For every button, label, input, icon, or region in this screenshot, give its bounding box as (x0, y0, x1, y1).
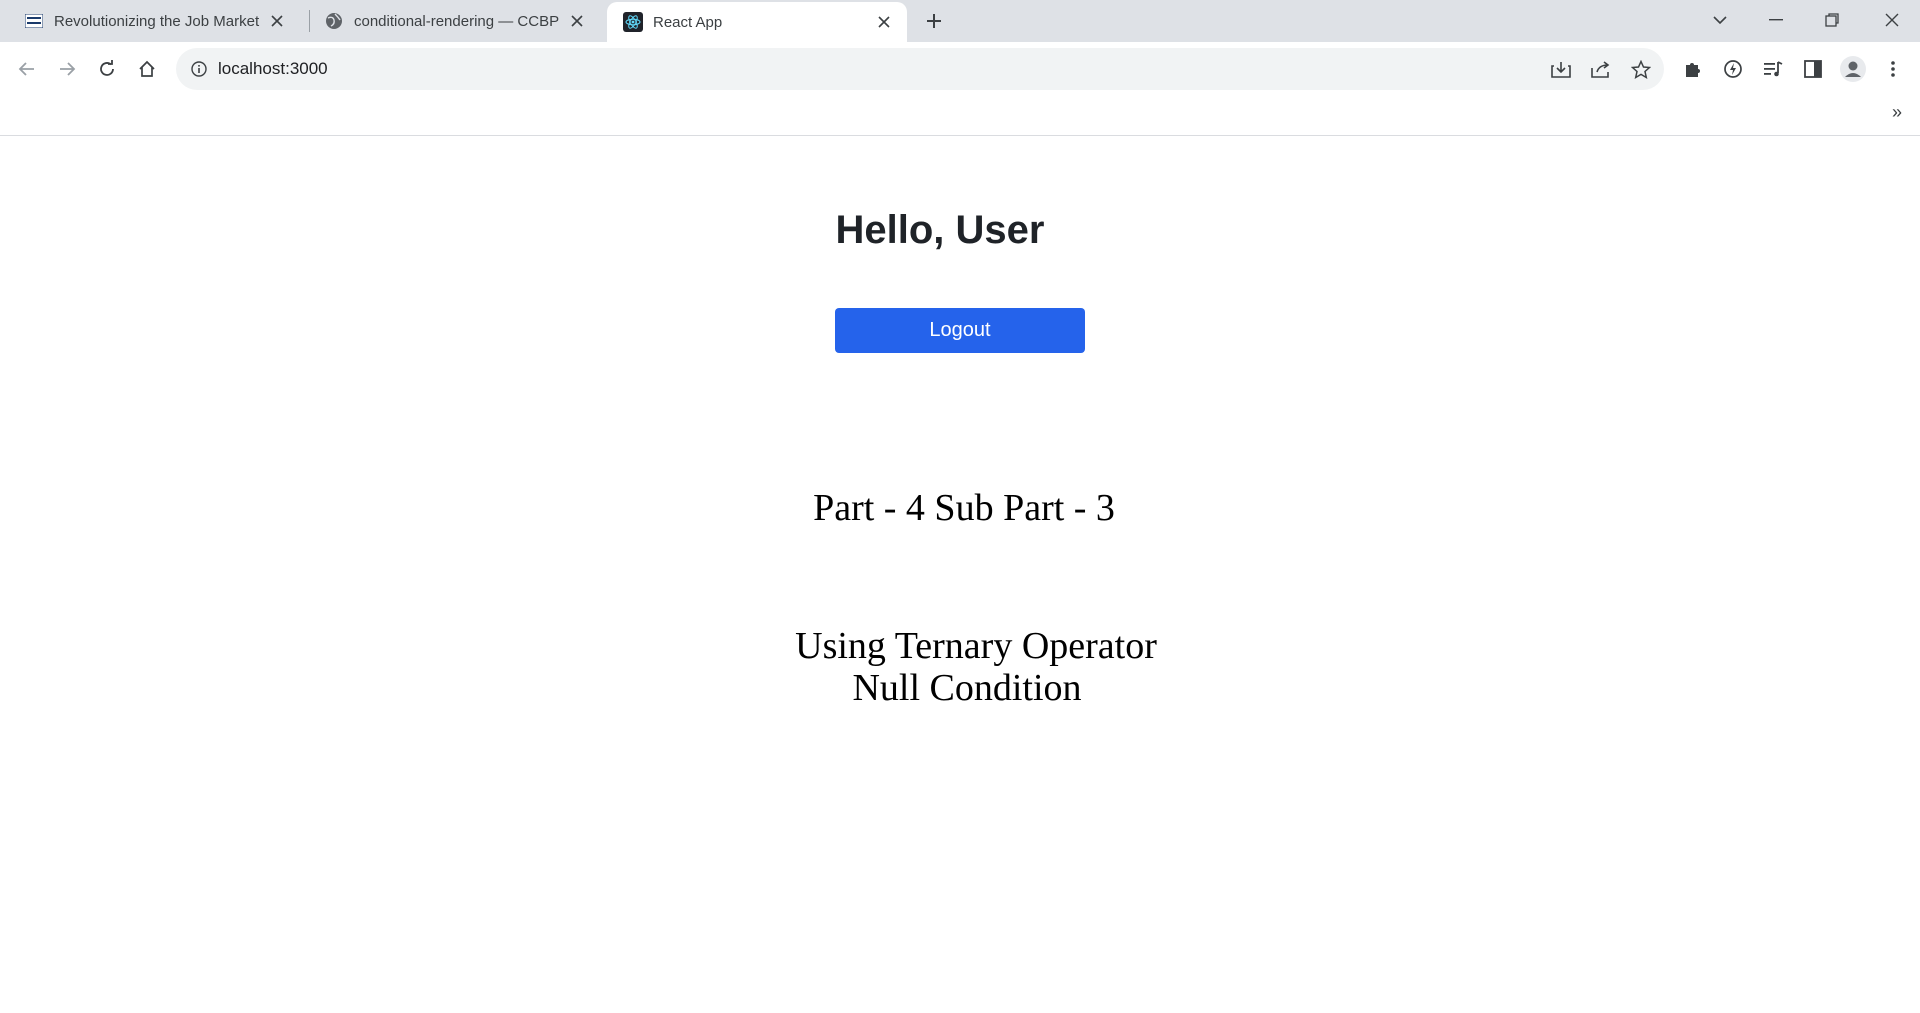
forward-arrow-icon (60, 62, 76, 76)
tab-react-app[interactable]: React App (607, 2, 907, 42)
chevron-down-icon (1713, 16, 1727, 25)
share-icon[interactable] (1587, 56, 1615, 84)
tab-job-market[interactable]: Revolutionizing the Job Market | (0, 0, 300, 42)
tab-title: conditional-rendering — CCBP ID (354, 12, 560, 30)
bookmarks-overflow-icon[interactable]: » (1892, 102, 1902, 123)
react-logo-icon (623, 12, 643, 32)
extensions-puzzle-icon[interactable] (1678, 54, 1708, 84)
close-tab-icon[interactable] (566, 10, 588, 32)
reload-button[interactable] (90, 52, 124, 86)
browser-toolbar: localhost:3000 (0, 42, 1920, 96)
greeting-heading: Hello, User (835, 208, 1045, 252)
tab-search-button[interactable] (1692, 0, 1748, 40)
close-window-button[interactable] (1864, 0, 1920, 40)
bookmark-star-icon[interactable] (1627, 56, 1655, 84)
close-icon (1885, 13, 1899, 27)
globe-icon (324, 11, 344, 31)
part-heading: Part - 4 Sub Part - 3 (813, 487, 1115, 529)
url-text[interactable]: localhost:3000 (218, 59, 328, 79)
address-bar[interactable]: localhost:3000 (176, 48, 1664, 90)
bookmark-bar: » (0, 96, 1920, 136)
home-icon (139, 60, 155, 77)
new-tab-button[interactable] (918, 8, 950, 34)
site-info-icon[interactable] (188, 58, 210, 80)
null-condition-text: Null Condition (852, 667, 1082, 709)
tab-title: Revolutionizing the Job Market | (54, 12, 260, 30)
back-arrow-icon (18, 62, 34, 76)
logout-button[interactable]: Logout (835, 308, 1085, 353)
tab-strip: Revolutionizing the Job Market | conditi… (0, 0, 1920, 42)
minimize-button[interactable] (1748, 0, 1804, 40)
restore-icon (1825, 13, 1839, 27)
profile-avatar-icon[interactable] (1838, 54, 1868, 84)
install-app-icon[interactable] (1547, 56, 1575, 84)
performance-icon[interactable] (1718, 54, 1748, 84)
nxtwave-logo-icon (24, 11, 44, 31)
minimize-icon (1769, 19, 1783, 21)
more-menu-icon[interactable] (1878, 54, 1908, 84)
home-button[interactable] (130, 52, 164, 86)
close-tab-icon[interactable] (266, 10, 288, 32)
forward-button[interactable] (50, 52, 84, 86)
restore-button[interactable] (1804, 0, 1860, 40)
side-panel-icon[interactable] (1798, 54, 1828, 84)
tab-title: React App (653, 13, 723, 31)
plus-icon (927, 14, 941, 28)
back-button[interactable] (10, 52, 44, 86)
page-content: Hello, User Logout Part - 4 Sub Part - 3… (0, 136, 1920, 1013)
media-playlist-icon[interactable] (1758, 54, 1788, 84)
tab-conditional-rendering[interactable]: conditional-rendering — CCBP ID (300, 0, 600, 42)
close-tab-icon[interactable] (873, 11, 895, 33)
reload-icon (100, 60, 114, 76)
ternary-operator-text: Using Ternary Operator (795, 625, 1157, 667)
